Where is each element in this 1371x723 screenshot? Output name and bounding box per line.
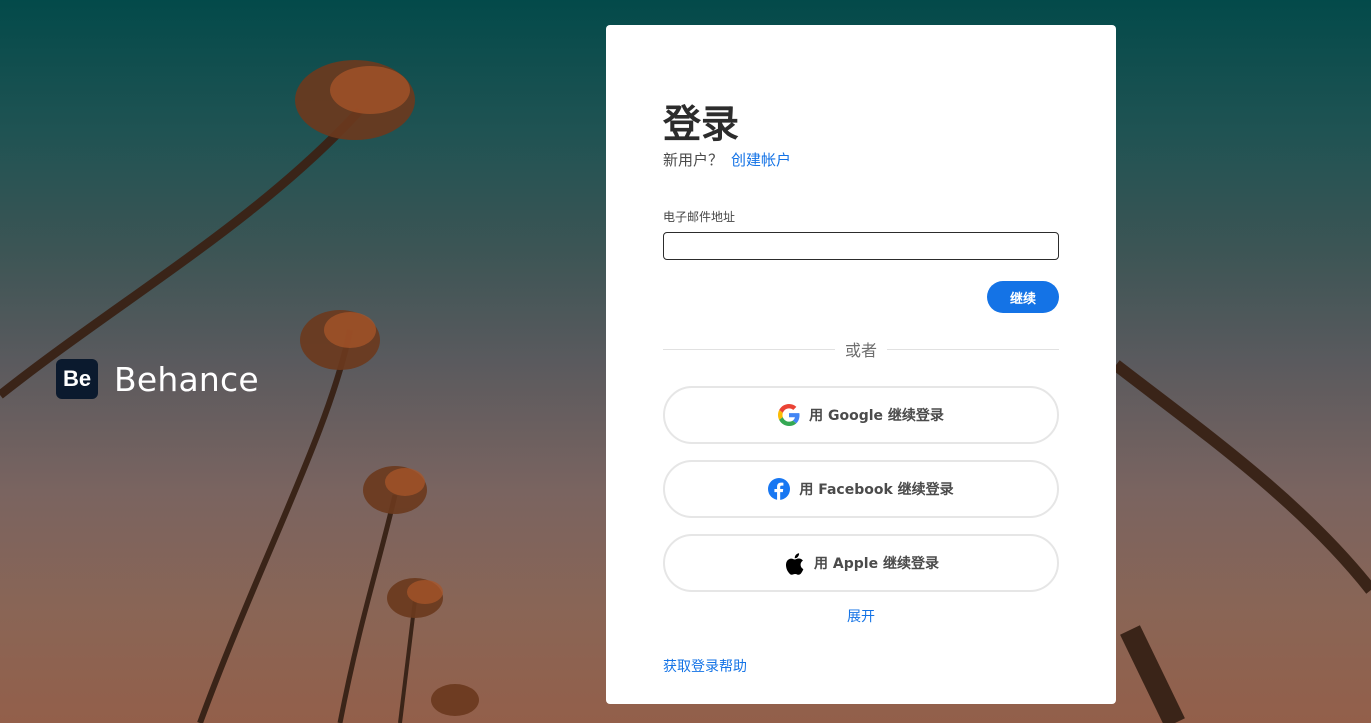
signin-card: 登录 新用户？ 创建帐户 电子邮件地址 继续 或者 用 Google 继续登录	[606, 25, 1116, 704]
google-icon	[778, 404, 800, 426]
signin-help-link[interactable]: 获取登录帮助	[663, 656, 747, 676]
page-title: 登录	[663, 102, 740, 146]
brand-name: Behance	[114, 359, 259, 399]
apple-signin-button[interactable]: 用 Apple 继续登录	[663, 534, 1059, 592]
new-user-text: 新用户？	[663, 151, 724, 169]
continue-button[interactable]: 继续	[987, 281, 1059, 313]
google-signin-label: 用 Google 继续登录	[809, 408, 944, 424]
behance-logo: Be	[56, 359, 98, 399]
divider-text: 或者	[845, 341, 878, 360]
create-account-link[interactable]: 创建帐户	[731, 151, 791, 169]
google-signin-button[interactable]: 用 Google 继续登录	[663, 386, 1059, 444]
brand: Be Behance	[56, 359, 259, 399]
divider-line-left	[663, 348, 835, 350]
new-user-row: 新用户？ 创建帐户	[663, 149, 791, 170]
expand-link[interactable]: 展开	[606, 606, 1116, 626]
email-field[interactable]	[663, 232, 1059, 260]
divider-line-right	[887, 348, 1060, 350]
or-divider: 或者	[663, 339, 1060, 360]
apple-signin-label: 用 Apple 继续登录	[814, 556, 939, 572]
apple-icon	[783, 552, 805, 575]
facebook-icon	[768, 478, 791, 500]
facebook-signin-label: 用 Facebook 继续登录	[799, 482, 954, 498]
facebook-signin-button[interactable]: 用 Facebook 继续登录	[663, 460, 1059, 518]
email-label: 电子邮件地址	[663, 210, 736, 224]
